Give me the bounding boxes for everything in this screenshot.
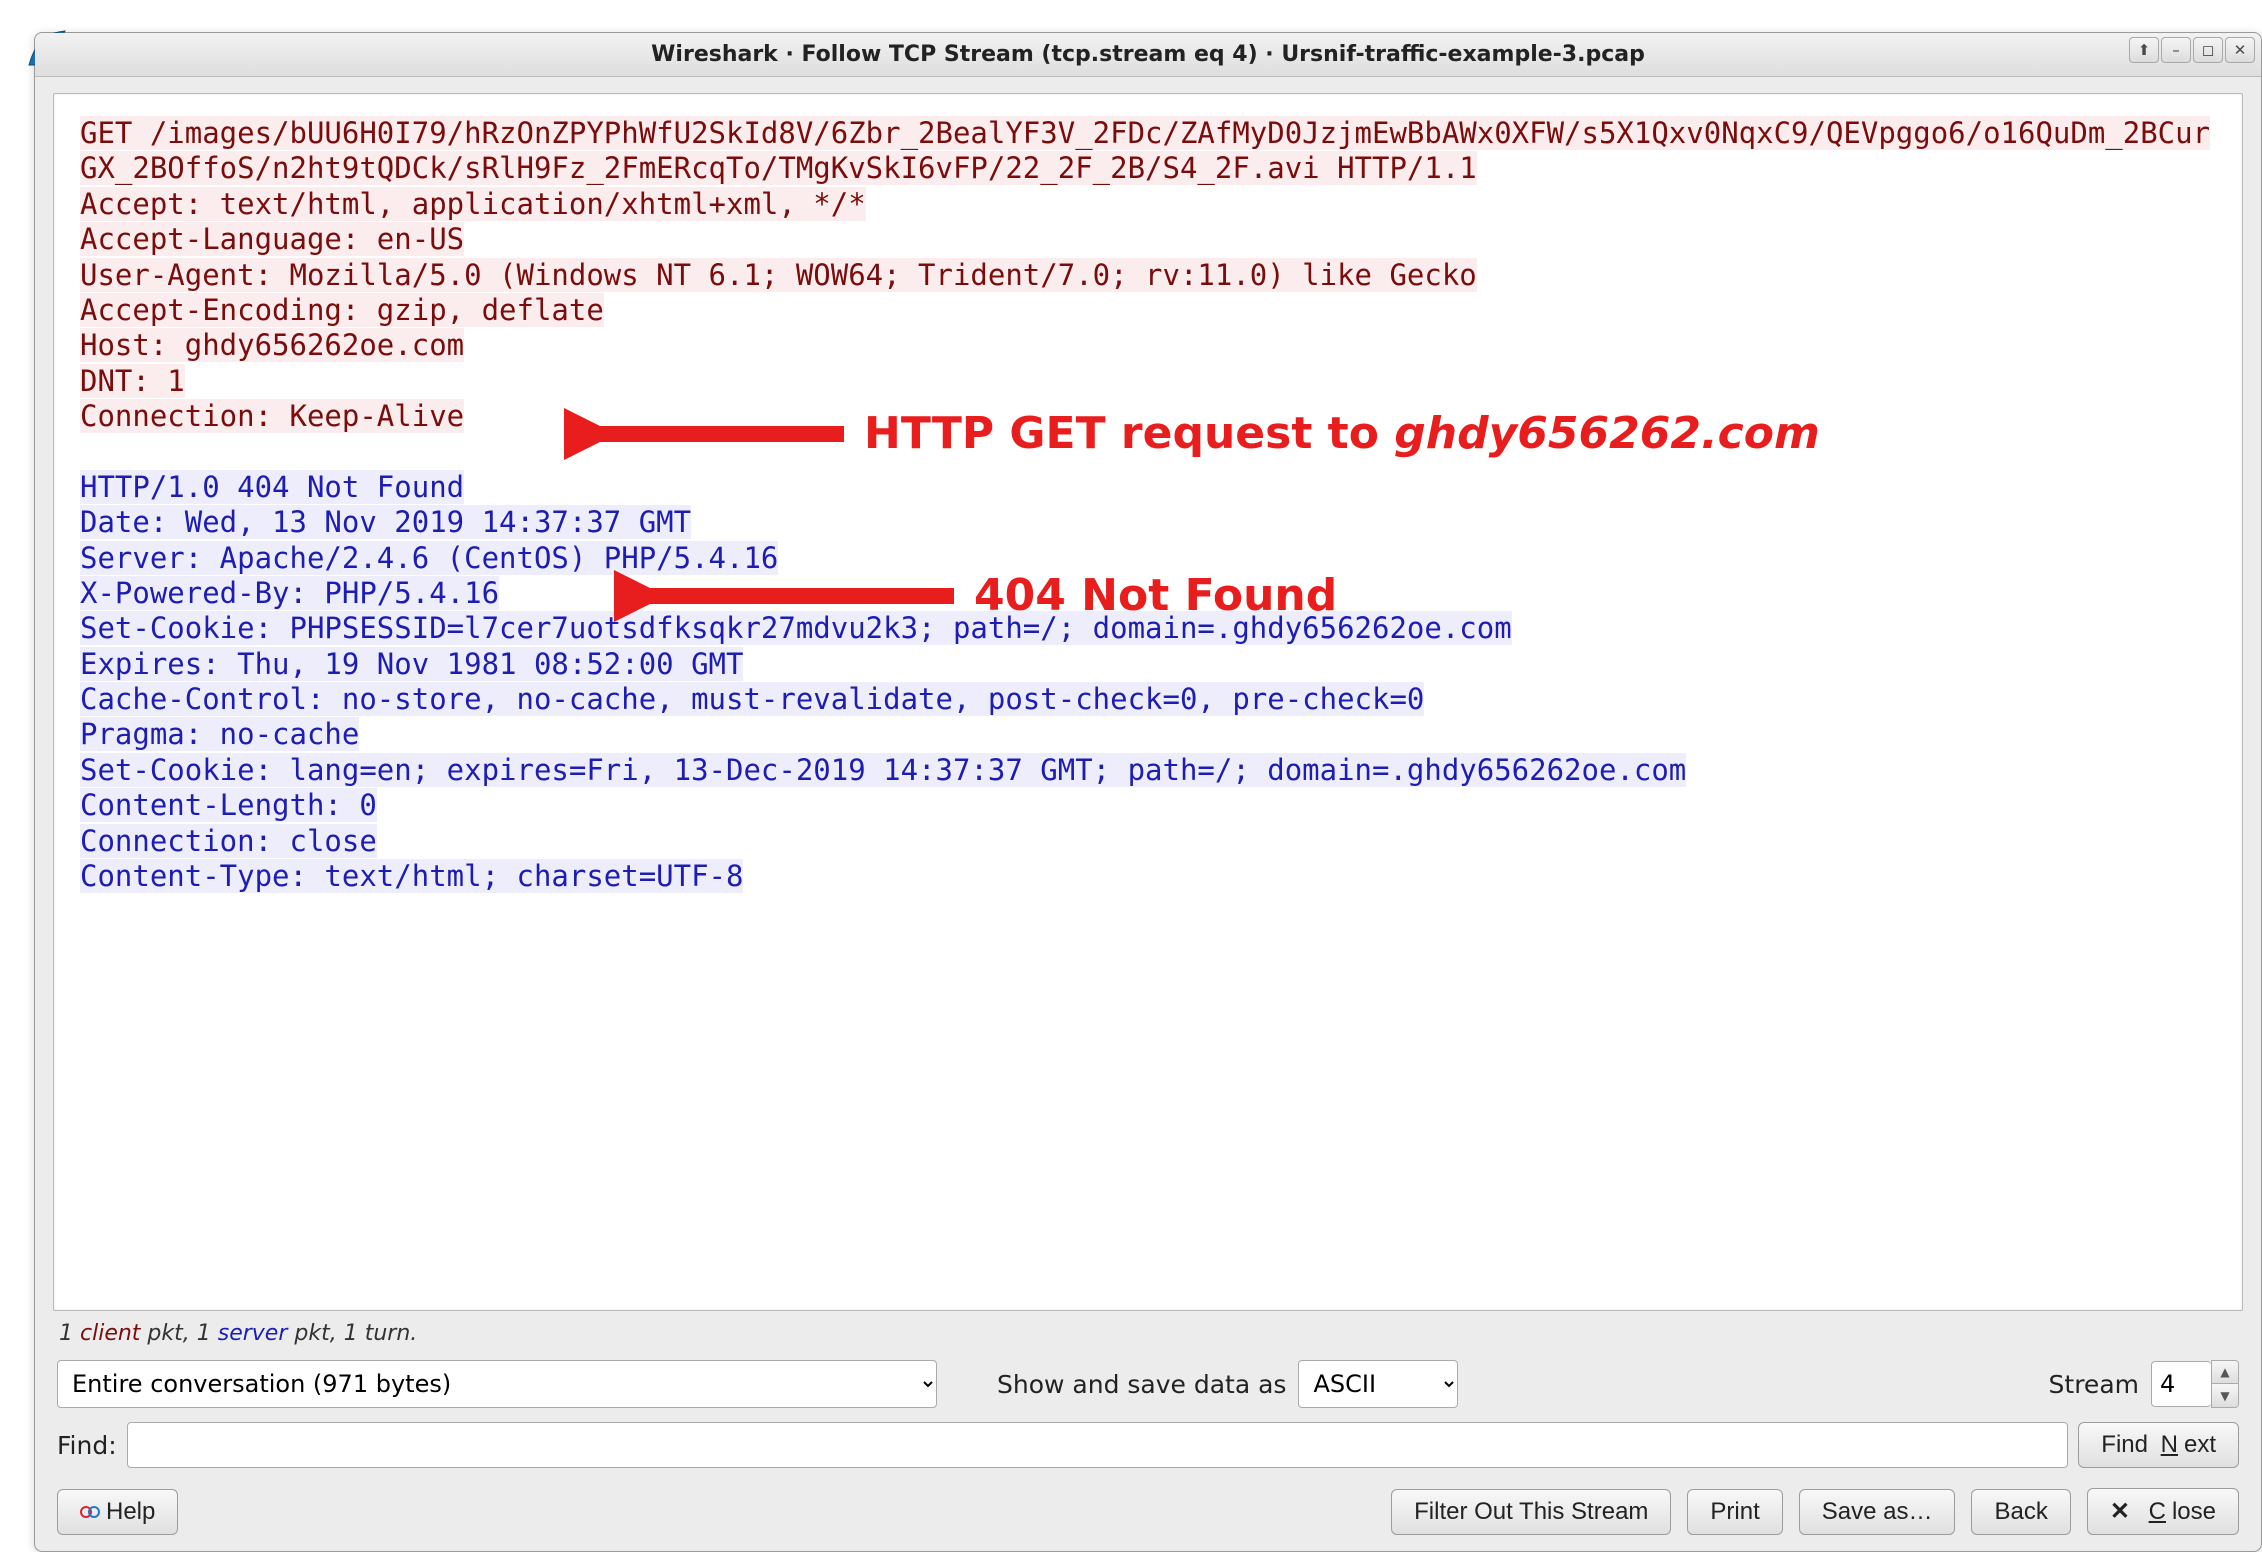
find-next-button[interactable]: Find Next	[2078, 1422, 2239, 1468]
dialog-body: GET /images/bUU6H0I79/hRzOnZPYPhWfU2SkId…	[35, 77, 2261, 1551]
close-x-icon: ✕	[2110, 1497, 2130, 1526]
annotation-arrow-1	[564, 404, 854, 464]
help-button[interactable]: Help	[57, 1489, 178, 1535]
window-minimize-button[interactable]: –	[2161, 37, 2191, 63]
stream-content-pane[interactable]: GET /images/bUU6H0I79/hRzOnZPYPhWfU2SkId…	[53, 93, 2243, 1311]
stream-spinbox[interactable]: ▲ ▼	[2151, 1360, 2239, 1408]
show-as-label: Show and save data as	[997, 1370, 1286, 1399]
window-title: Wireshark · Follow TCP Stream (tcp.strea…	[651, 42, 1645, 67]
find-input[interactable]	[127, 1422, 2069, 1468]
client-request-text: GET /images/bUU6H0I79/hRzOnZPYPhWfU2SkId…	[80, 116, 2210, 433]
titlebar: Wireshark · Follow TCP Stream (tcp.strea…	[35, 33, 2261, 77]
find-row: Find: Find Next	[53, 1414, 2243, 1476]
annotation-text-1: HTTP GET request to ghdy656262.com	[864, 408, 1820, 459]
save-as-button[interactable]: Save as…	[1799, 1489, 1956, 1535]
stream-up-button[interactable]: ▲	[2212, 1361, 2238, 1384]
packet-stats: 1 client pkt, 1 server pkt, 1 turn.	[53, 1311, 2243, 1354]
stream-down-button[interactable]: ▼	[2212, 1384, 2238, 1407]
window-close-button[interactable]: ✕	[2225, 37, 2255, 63]
window-rollup-button[interactable]: ⬆	[2129, 37, 2159, 63]
server-response-text: HTTP/1.0 404 Not Found Date: Wed, 13 Nov…	[80, 470, 1686, 893]
filter-out-button[interactable]: Filter Out This Stream	[1391, 1489, 1671, 1535]
controls-row: Entire conversation (971 bytes) Show and…	[53, 1354, 2243, 1414]
help-icon	[80, 1502, 100, 1522]
button-row: Help Filter Out This Stream Print Save a…	[53, 1476, 2243, 1539]
dialog-window: Wireshark · Follow TCP Stream (tcp.strea…	[34, 32, 2262, 1552]
print-button[interactable]: Print	[1687, 1489, 1782, 1535]
window-maximize-button[interactable]: ◻	[2193, 37, 2223, 63]
back-button[interactable]: Back	[1971, 1489, 2070, 1535]
stream-label: Stream	[2049, 1370, 2139, 1399]
find-label: Find:	[57, 1431, 117, 1460]
stream-number-input[interactable]	[2151, 1361, 2211, 1407]
close-button[interactable]: ✕ Close	[2087, 1488, 2239, 1535]
format-select[interactable]: ASCII	[1298, 1360, 1458, 1408]
window-controls: ⬆ – ◻ ✕	[2129, 37, 2255, 63]
conversation-select[interactable]: Entire conversation (971 bytes)	[57, 1360, 937, 1408]
